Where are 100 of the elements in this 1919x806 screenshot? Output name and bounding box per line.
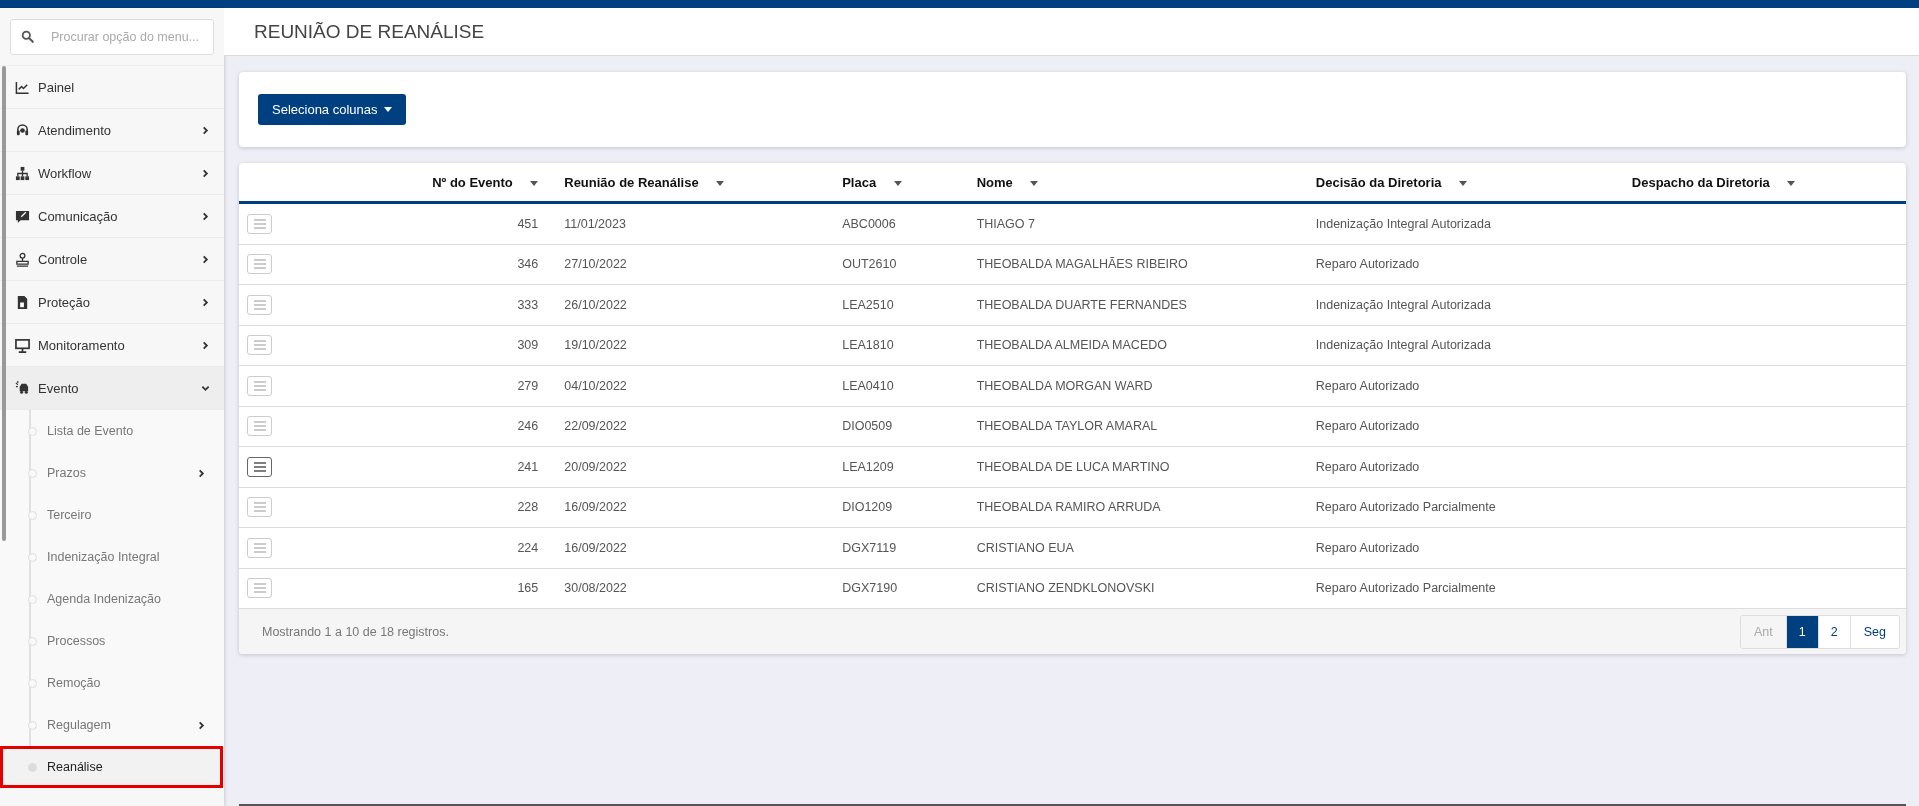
sort-caret-icon[interactable] (893, 180, 902, 186)
chevron-icon (201, 168, 210, 178)
submenu-item[interactable]: Lista de Evento (0, 410, 223, 452)
table-cell: 241 (517, 459, 539, 474)
sitemap-icon (15, 165, 30, 181)
menu-icon (253, 542, 266, 553)
table-cell: THEOBALDA MORGAN WARD (976, 378, 1153, 393)
table-cell: THEOBALDA DE LUCA MARTINO (976, 459, 1170, 474)
row-menu-button[interactable] (247, 456, 272, 477)
headset-icon (15, 122, 30, 138)
table-cell: ABC0006 (842, 216, 896, 231)
menu-item[interactable]: Atendimento (0, 109, 224, 152)
table-cell: 309 (517, 338, 539, 353)
table-cell: 16/09/2022 (564, 540, 627, 555)
menu-item[interactable]: Controle (0, 238, 224, 281)
table-cell: LEA0410 (842, 378, 894, 393)
column-header[interactable]: Decisão da Diretoria (1315, 174, 1442, 190)
table-cell: Indenização Integral Autorizada (1315, 338, 1491, 353)
column-header[interactable]: Nome (976, 174, 1013, 190)
column-header[interactable]: Nº do Evento (432, 174, 513, 190)
table-cell: LEA2510 (842, 297, 894, 312)
sort-caret-icon[interactable] (530, 180, 539, 186)
next-page-button[interactable]: Seg (1849, 615, 1899, 648)
select-columns-button[interactable]: Seleciona colunas (258, 94, 406, 125)
submenu-item[interactable]: Agenda Indenização (0, 578, 223, 620)
table-cell: 11/01/2023 (564, 216, 626, 231)
column-header[interactable]: Placa (842, 174, 877, 190)
table-cell: DIO1209 (842, 500, 893, 515)
table-cell: LEA1810 (842, 338, 894, 353)
table-cell: CRISTIANO ZENDKLONOVSKI (976, 581, 1155, 596)
menu-item[interactable]: Proteção (0, 281, 224, 324)
table-cell: DGX7119 (842, 540, 897, 555)
menu-item[interactable]: Evento (0, 367, 224, 410)
tree-node-dot (28, 720, 37, 730)
table-cell: DIO0509 (842, 419, 893, 434)
submenu-item[interactable]: Reanálise (0, 746, 223, 788)
table-cell: THEOBALDA DUARTE FERNANDES (976, 297, 1187, 312)
table-cell: 19/10/2022 (564, 338, 627, 353)
tree-node-dot (28, 426, 37, 436)
column-header[interactable]: Despacho da Diretoria (1631, 174, 1770, 190)
tree-node-dot (28, 468, 37, 478)
menu-icon (253, 502, 266, 513)
sort-caret-icon[interactable] (1787, 180, 1796, 186)
car-icon (15, 380, 30, 396)
table-cell: 27/10/2022 (564, 257, 627, 272)
submenu-item-label: Processos (47, 634, 107, 648)
sort-caret-icon[interactable] (716, 180, 725, 186)
page-button[interactable]: 1 (1785, 615, 1818, 648)
table-cell: 228 (517, 500, 539, 515)
menu-icon (253, 218, 266, 229)
submenu-item[interactable]: Regulagem (0, 704, 223, 746)
caret-icon (383, 107, 392, 112)
submenu-item-label: Regulagem (47, 718, 112, 732)
page-button[interactable]: 2 (1817, 615, 1850, 648)
submenu-item-label: Remoção (47, 676, 102, 690)
table-cell: 346 (517, 257, 539, 272)
menu-icon (253, 461, 266, 472)
sort-caret-icon[interactable] (1459, 180, 1467, 186)
table-cell: Reparo Autorizado Parcialmente (1315, 500, 1496, 515)
column-header[interactable]: Reunião de Reanálise (564, 174, 699, 190)
menu-icon (253, 583, 266, 594)
menu-item-label: Painel (38, 79, 76, 95)
menu-item-label: Controle (38, 251, 89, 267)
submenu-item-label: Prazos (47, 466, 87, 480)
table-cell: LEA1209 (842, 459, 894, 474)
table-cell: 451 (517, 216, 539, 231)
page-title: REUNIÃO DE REANÁLISE (254, 20, 485, 43)
table-cell: 16/09/2022 (564, 500, 627, 515)
submenu-item[interactable]: Processos (0, 620, 223, 662)
submenu-item[interactable]: Terceiro (0, 494, 223, 536)
chevron-icon (201, 125, 210, 135)
menu-item-label: Monitoramento (38, 337, 126, 353)
submenu-item[interactable]: Prazos (0, 452, 223, 494)
chevron-icon (201, 297, 210, 307)
tree-node-dot (28, 678, 37, 688)
tree-node-dot (28, 552, 37, 562)
table-cell: 04/10/2022 (564, 378, 627, 393)
table-cell: THEOBALDA MAGALHÃES RIBEIRO (976, 257, 1188, 272)
table-cell: CRISTIANO EUA (976, 540, 1074, 555)
scrollbar[interactable] (2, 66, 6, 541)
submenu-item-label: Indenização Integral (47, 550, 161, 564)
menu-item[interactable]: Painel (0, 66, 224, 109)
table-cell: THEOBALDA TAYLOR AMARAL (976, 419, 1158, 434)
sort-caret-icon[interactable] (1030, 180, 1039, 186)
table-cell: 20/09/2022 (564, 459, 627, 474)
table-cell: 246 (517, 419, 539, 434)
menu-icon (253, 340, 266, 351)
menu-item-label: Evento (38, 380, 80, 396)
tree-node-dot (28, 594, 37, 604)
chevron-icon (201, 254, 210, 264)
menu-item-label: Proteção (38, 294, 92, 310)
menu-item[interactable]: Comunicação (0, 195, 224, 238)
menu-item[interactable]: Workflow (0, 152, 224, 195)
search-field[interactable]: Procurar opção do menu... (10, 19, 214, 55)
table-cell: OUT2610 (842, 257, 897, 272)
submenu-item[interactable]: Remoção (0, 662, 223, 704)
tree-node-dot (28, 510, 37, 520)
table-cell: 333 (517, 297, 539, 312)
submenu-item[interactable]: Indenização Integral (0, 536, 223, 578)
menu-item-label: Comunicação (38, 208, 119, 224)
